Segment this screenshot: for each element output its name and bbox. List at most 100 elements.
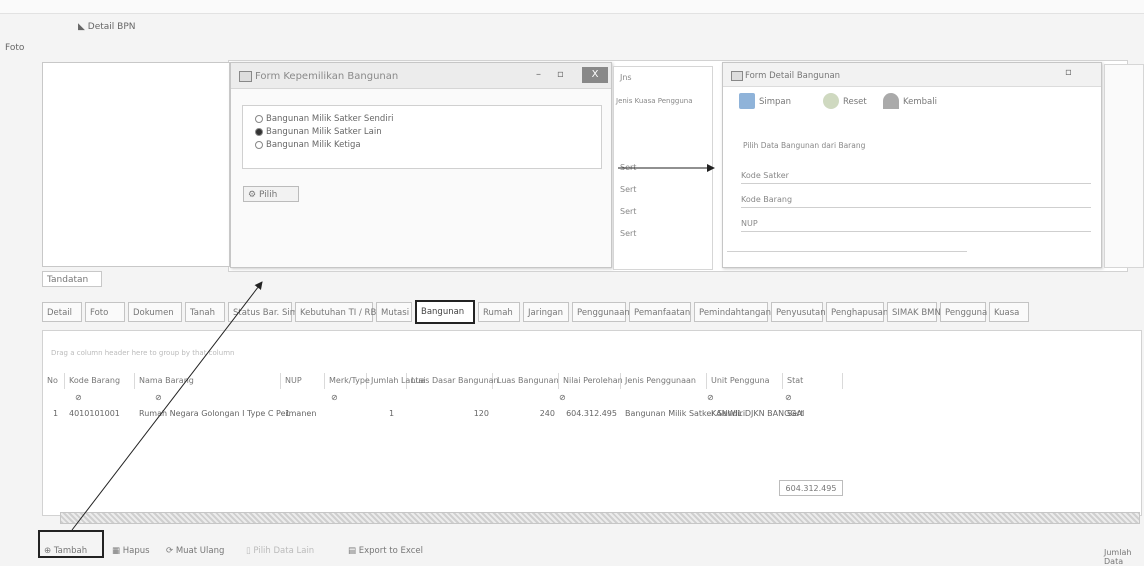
filter-icon[interactable]: ⊘ bbox=[155, 393, 162, 402]
column-header[interactable]: Kode Barang bbox=[65, 373, 135, 389]
kepemilikan-titlebar: Form Kepemilikan Bangunan – ▫ X bbox=[231, 63, 611, 89]
tab-jaringan[interactable]: Jaringan bbox=[523, 302, 569, 322]
muat-ulang-button[interactable]: ⟳ Muat Ulang bbox=[166, 546, 224, 556]
table-cell: 120 bbox=[473, 409, 489, 418]
ownership-radio-group: Bangunan Milik Satker Sendiri Bangunan M… bbox=[242, 105, 602, 169]
nilai-summary: 604.312.495 bbox=[779, 480, 843, 496]
simpan-button[interactable]: Simpan bbox=[759, 97, 791, 107]
radio-icon bbox=[255, 114, 263, 123]
radio-option-2[interactable]: Bangunan Milik Satker Lain bbox=[255, 127, 382, 139]
save-icon bbox=[739, 93, 755, 109]
tab-pengguna[interactable]: Pengguna bbox=[940, 302, 987, 322]
table-cell: 604.312.495 bbox=[566, 409, 617, 418]
dialog-title: Form Kepemilikan Bangunan bbox=[255, 71, 399, 82]
radio-option-1[interactable]: Bangunan Milik Satker Sendiri bbox=[255, 114, 394, 126]
table-cell: 1 bbox=[389, 409, 395, 418]
tab-pemindahtanganan[interactable]: Pemindahtanganan bbox=[694, 302, 782, 322]
column-header[interactable]: Jumlah Lantai bbox=[367, 373, 426, 389]
top-edge bbox=[0, 0, 1144, 14]
export-excel-button[interactable]: ▤ Export to Excel bbox=[348, 546, 423, 556]
jumlah-data-label: Jumlah Data bbox=[1104, 548, 1132, 566]
column-header[interactable]: NUP bbox=[281, 373, 325, 389]
minimize-button[interactable]: – bbox=[536, 69, 541, 80]
field-nup[interactable]: NUP bbox=[741, 219, 1091, 232]
filter-row[interactable]: ⊘ ⊘ ⊘ ⊘ ⊘ ⊘ bbox=[43, 391, 1141, 405]
tab-penghapusan[interactable]: Penghapusan bbox=[826, 302, 888, 322]
hapus-button[interactable]: ▦ Hapus bbox=[112, 546, 150, 556]
column-header[interactable]: Nilai Perolehan bbox=[559, 373, 623, 389]
tab-penggunaan[interactable]: Penggunaan bbox=[572, 302, 630, 322]
strip-cell: Sert bbox=[620, 229, 637, 238]
detail-bangunan-dialog: Form Detail Bangunan ▫ Simpan Reset Kemb… bbox=[722, 62, 1102, 268]
background-column-strip: Jns Jenis Kuasa Pengguna Sert Sert Sert … bbox=[613, 66, 713, 270]
tab-tanah[interactable]: Tanah bbox=[185, 302, 225, 322]
tab-pemanfaatan[interactable]: Pemanfaatan bbox=[629, 302, 691, 322]
bangunan-grid: Drag a column header here to group by th… bbox=[42, 330, 1142, 516]
table-cell: 240 bbox=[539, 409, 555, 418]
reset-button[interactable]: Reset bbox=[843, 97, 867, 107]
table-row[interactable]: 1 4010101001 Rumah Negara Golongan I Type … bbox=[43, 407, 1141, 421]
tab-dokumen[interactable]: Dokumen bbox=[128, 302, 182, 322]
photo-box[interactable] bbox=[42, 62, 230, 267]
tab-bangunan[interactable]: Bangunan bbox=[415, 300, 475, 324]
tab-mutasi[interactable]: Mutasi bbox=[376, 302, 412, 322]
maximize-button[interactable]: ▫ bbox=[557, 69, 564, 80]
kembali-button[interactable]: Kembali bbox=[903, 97, 937, 107]
close-button[interactable]: X bbox=[582, 67, 608, 83]
horizontal-scrollbar[interactable] bbox=[60, 512, 1140, 524]
dialog-title: Form Detail Bangunan bbox=[745, 71, 841, 81]
filter-icon[interactable]: ⊘ bbox=[331, 393, 338, 402]
field-kode-barang[interactable]: Kode Barang bbox=[741, 195, 1091, 208]
radio-icon bbox=[255, 140, 263, 149]
tab-simak-bmn[interactable]: SIMAK BMN bbox=[887, 302, 941, 322]
tanda-tangan-button[interactable]: Tandatan bbox=[42, 271, 102, 287]
column-header[interactable]: Unit Pengguna bbox=[707, 373, 783, 389]
table-cell: 4010101001 bbox=[69, 409, 120, 418]
strip-header-2: Jenis Kuasa Pengguna bbox=[616, 97, 693, 105]
column-header[interactable]: Luas Dasar Bangunan bbox=[407, 373, 499, 389]
strip-header-1: Jns bbox=[620, 73, 632, 82]
tab-bar: Detail Foto Dokumen Tanah Status Bar. Sim Keb… bbox=[42, 300, 1142, 324]
tab-foto[interactable]: Foto bbox=[85, 302, 125, 322]
dialog-footer-line bbox=[727, 251, 967, 261]
column-header[interactable]: Merk/Type bbox=[325, 373, 370, 389]
kepemilikan-dialog: Form Kepemilikan Bangunan – ▫ X Bangunan… bbox=[230, 62, 612, 268]
filter-icon[interactable]: ⊘ bbox=[559, 393, 566, 402]
filter-icon[interactable]: ⊘ bbox=[707, 393, 714, 402]
radio-selected-icon bbox=[255, 127, 263, 136]
window-title: ◣ Detail BPN bbox=[78, 22, 136, 32]
window-icon bbox=[239, 71, 252, 82]
table-cell: 1 bbox=[53, 409, 59, 418]
pilih-data-lain-button[interactable]: ▯ Pilih Data Lain bbox=[246, 546, 314, 556]
tab-rumah[interactable]: Rumah bbox=[478, 302, 520, 322]
column-header[interactable]: Stat bbox=[783, 373, 843, 389]
pilih-data-hint: Pilih Data Bangunan dari Barang bbox=[743, 141, 866, 150]
column-header[interactable]: Luas Bangunan bbox=[493, 373, 559, 389]
radio-option-3[interactable]: Bangunan Milik Ketiga bbox=[255, 140, 361, 152]
maximize-button[interactable]: ▫ bbox=[1065, 67, 1072, 78]
column-header[interactable]: Jenis Penggunaan bbox=[621, 373, 707, 389]
back-icon bbox=[883, 93, 899, 109]
group-by-hint: Drag a column header here to group by th… bbox=[51, 349, 235, 357]
tab-detail[interactable]: Detail bbox=[42, 302, 82, 322]
tab-kuasa[interactable]: Kuasa bbox=[989, 302, 1029, 322]
column-header[interactable]: Nama Barang bbox=[135, 373, 281, 389]
tab-status-bar-sim[interactable]: Status Bar. Sim bbox=[228, 302, 298, 322]
field-kode-satker[interactable]: Kode Satker bbox=[741, 171, 1091, 184]
pilih-button[interactable]: ⚙ Pilih bbox=[243, 186, 299, 202]
filter-icon[interactable]: ⊘ bbox=[75, 393, 82, 402]
filter-icon[interactable]: ⊘ bbox=[785, 393, 792, 402]
strip-cell: Sert bbox=[620, 163, 637, 172]
strip-cell: Sert bbox=[620, 185, 637, 194]
table-cell: 1 bbox=[285, 409, 291, 418]
foto-label: Foto bbox=[5, 43, 25, 53]
right-side-panel bbox=[1104, 64, 1144, 268]
detail-titlebar: Form Detail Bangunan ▫ bbox=[723, 63, 1101, 87]
strip-cell: Sert bbox=[620, 207, 637, 216]
column-header[interactable]: No bbox=[43, 373, 65, 389]
tambah-highlight-box bbox=[38, 530, 104, 558]
tab-kebutuhan-ti-rb[interactable]: Kebutuhan TI / RB bbox=[295, 302, 376, 322]
window-icon bbox=[731, 71, 743, 81]
tab-penyusutan[interactable]: Penyusutan bbox=[771, 302, 826, 322]
bottom-toolbar: ⊕ Tambah ▦ Hapus ⟳ Muat Ulang ▯ Pilih Da… bbox=[0, 534, 1144, 562]
